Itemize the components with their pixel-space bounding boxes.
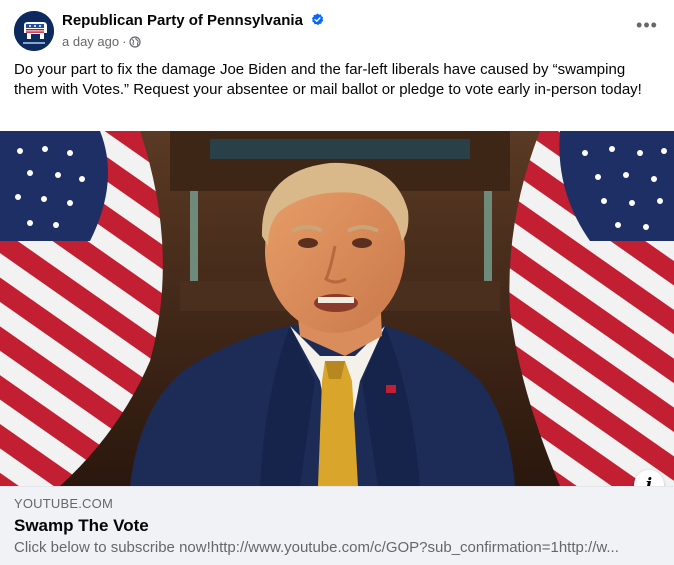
facebook-post: Republican Party of Pennsylvania a day a… bbox=[0, 0, 674, 565]
page-avatar[interactable] bbox=[14, 11, 54, 51]
thumbnail-image bbox=[0, 131, 674, 486]
link-preview-card[interactable]: YOUTUBE.COM Swamp The Vote Click below t… bbox=[0, 486, 674, 565]
verified-badge-icon bbox=[312, 13, 324, 26]
post-caption: Do your part to fix the damage Joe Biden… bbox=[14, 61, 642, 98]
video-thumbnail[interactable]: i bbox=[0, 131, 674, 486]
link-title[interactable]: Swamp The Vote bbox=[14, 516, 149, 536]
page-name-row[interactable]: Republican Party of Pennsylvania bbox=[62, 12, 324, 29]
link-description: Click below to subscribe now!http://www.… bbox=[14, 539, 619, 556]
globe-icon[interactable] bbox=[129, 36, 142, 48]
gop-logo-icon bbox=[14, 11, 54, 51]
more-options-icon[interactable]: ••• bbox=[634, 16, 660, 38]
post-header: Republican Party of Pennsylvania a day a… bbox=[0, 0, 674, 58]
page-name[interactable]: Republican Party of Pennsylvania bbox=[62, 12, 303, 29]
post-timestamp[interactable]: a day ago bbox=[62, 34, 119, 49]
post-meta: a day ago · bbox=[62, 34, 142, 49]
link-domain: YOUTUBE.COM bbox=[14, 496, 113, 511]
